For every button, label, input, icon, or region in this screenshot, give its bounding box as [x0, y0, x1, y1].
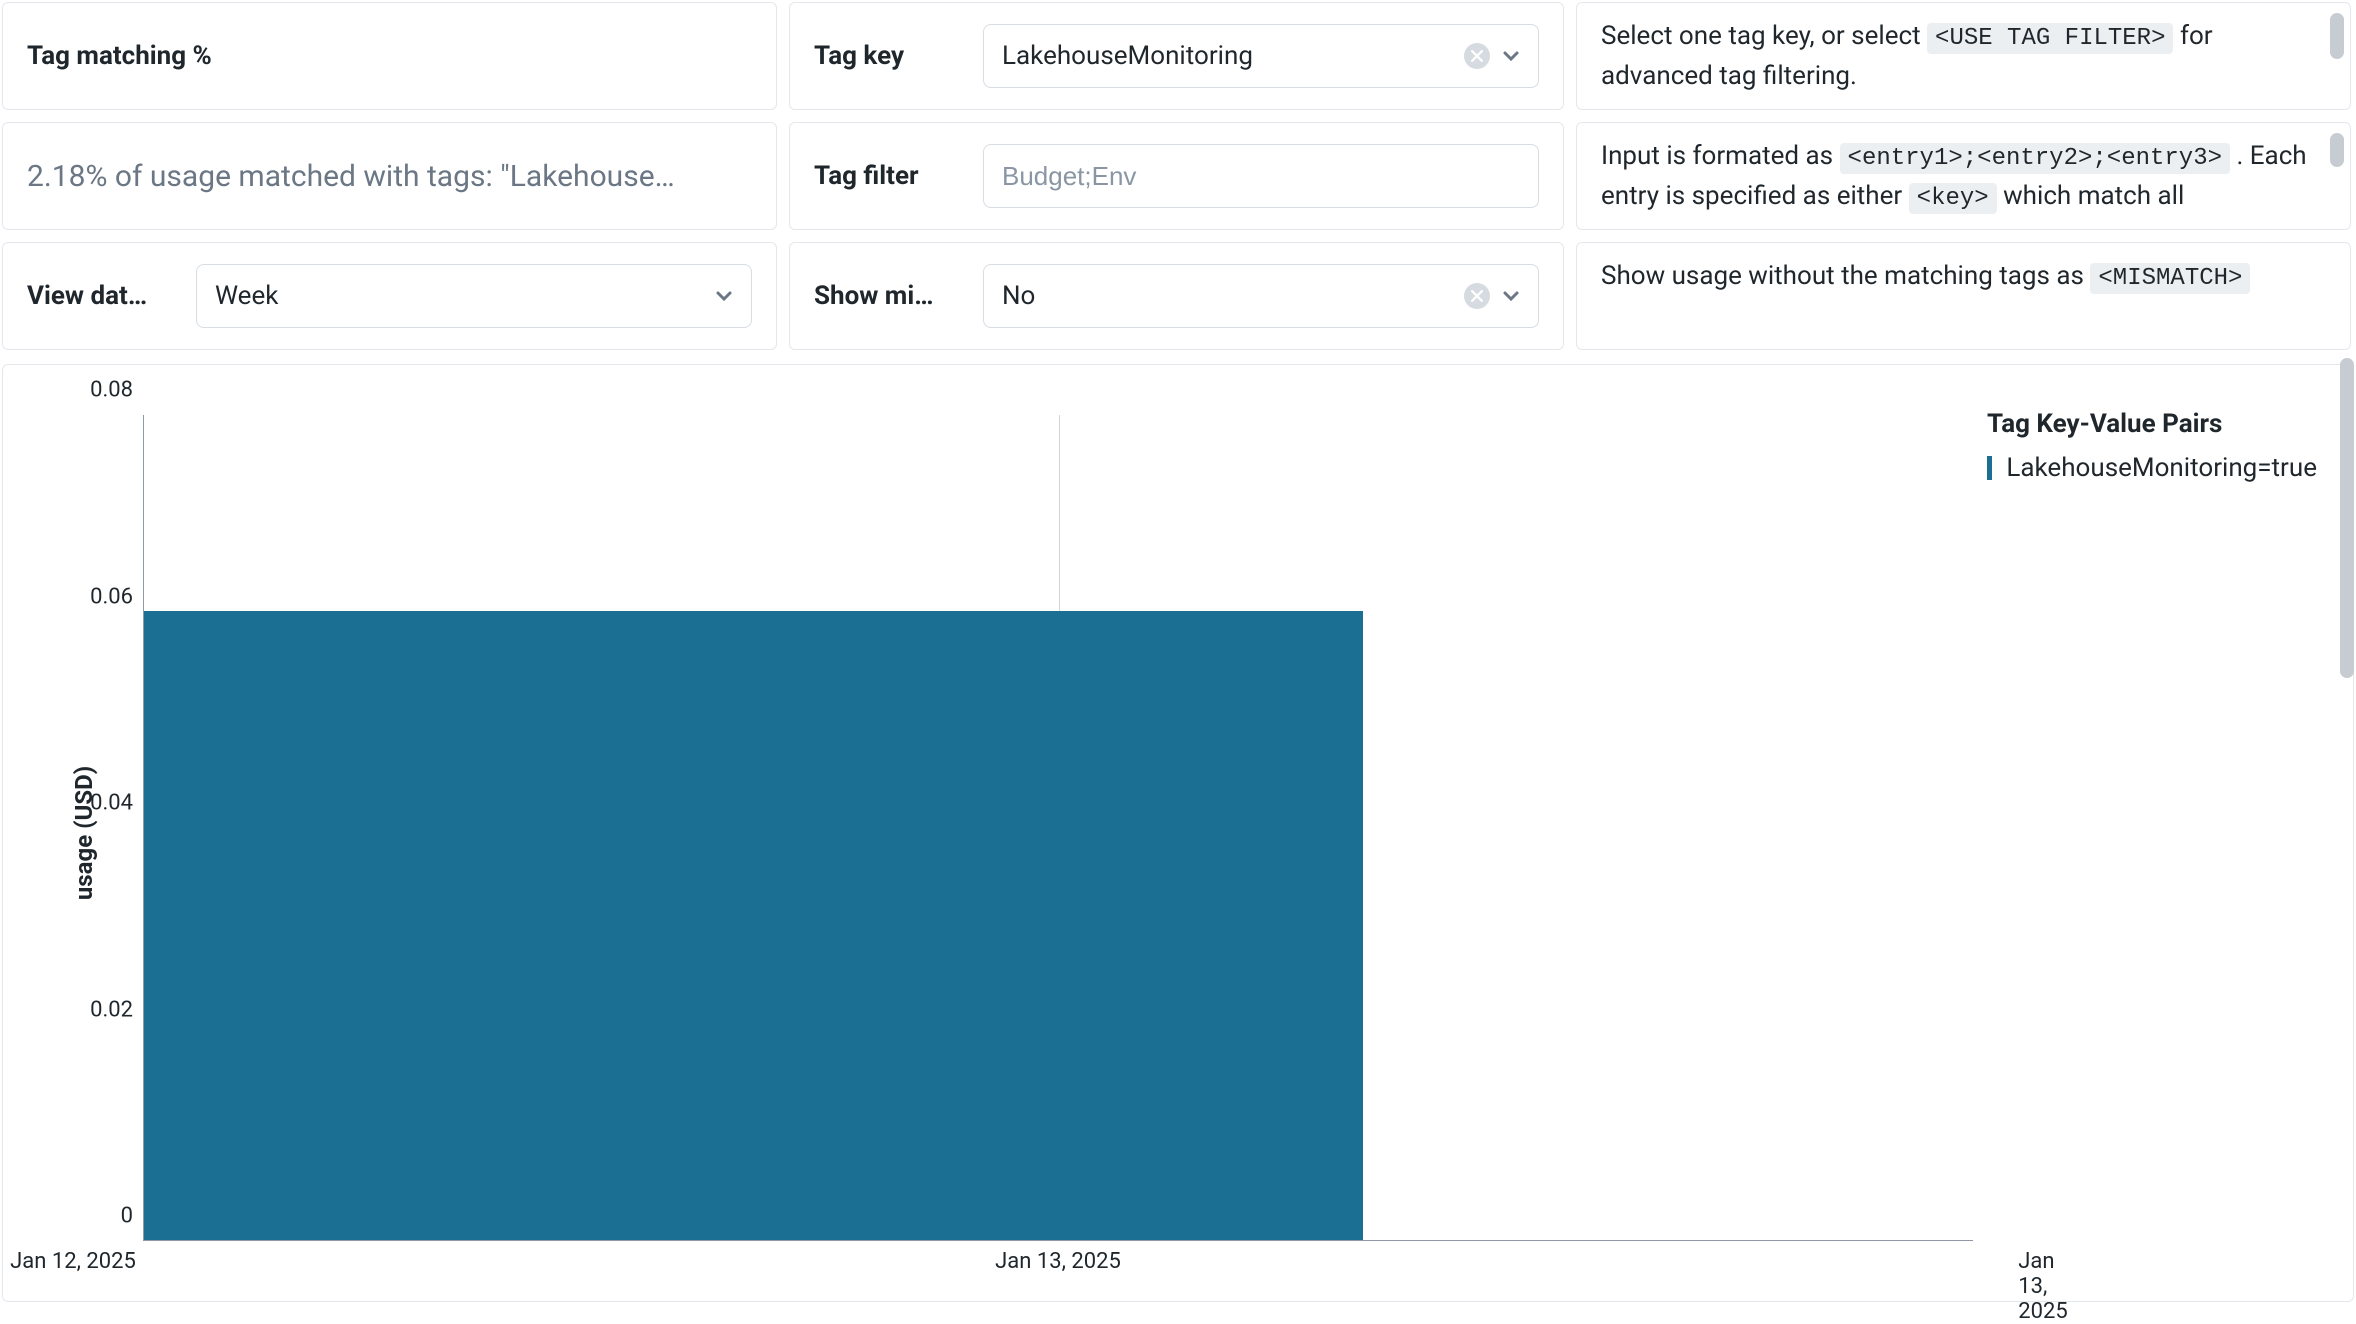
show-mismatch-help: Show usage without the matching tags as …: [1576, 242, 2351, 350]
scrollbar-thumb[interactable]: [2330, 13, 2344, 59]
x-tick: Jan 13, 2025: [2018, 1249, 2067, 1324]
chevron-down-icon: [1502, 287, 1520, 305]
tag-filter-input-wrap[interactable]: [983, 144, 1539, 208]
tag-matching-stat: 2.18% of usage matched with tags: "Lakeh…: [27, 159, 675, 194]
tag-key-help: Select one tag key, or select <USE TAG F…: [1576, 2, 2351, 110]
x-axis-ticks: Jan 12, 2025Jan 13, 2025Jan 13, 2025: [73, 1249, 2043, 1283]
help-text: Show usage without the matching tags as: [1601, 261, 2090, 291]
view-data-by-label: View dat…: [27, 281, 172, 311]
help-code: <key>: [1909, 183, 1997, 214]
bars-layer: [143, 415, 1973, 1241]
y-tick: 0.08: [90, 378, 133, 403]
y-tick: 0: [121, 1204, 133, 1229]
chevron-down-icon: [1502, 47, 1520, 65]
clear-icon[interactable]: [1464, 43, 1490, 69]
page-scrollbar-thumb[interactable]: [2340, 358, 2354, 678]
tag-matching-title: Tag matching %: [27, 41, 212, 71]
chart-legend: Tag Key-Value Pairs LakehouseMonitoring=…: [1987, 409, 2317, 483]
usage-chart-panel: usage (USD) 00.020.040.060.08 Jan 12, 20…: [2, 364, 2354, 1302]
tag-key-label: Tag key: [814, 41, 959, 71]
x-tick: Jan 12, 2025: [10, 1249, 136, 1274]
bar[interactable]: [144, 611, 754, 1241]
scrollbar-thumb[interactable]: [2330, 133, 2344, 167]
tag-filter-help: Input is formated as <entry1>;<entry2>;<…: [1576, 122, 2351, 230]
help-code: <entry1>;<entry2>;<entry3>: [1840, 143, 2230, 174]
x-axis-line: [143, 1240, 1973, 1241]
y-axis-ticks: 00.020.040.060.08: [58, 415, 143, 1241]
bar[interactable]: [754, 611, 1364, 1241]
help-text: which match all: [2003, 181, 2184, 211]
panel-scrollbar[interactable]: [2330, 133, 2344, 219]
tag-key-filter-panel: Tag key LakehouseMonitoring: [789, 2, 1564, 110]
x-tick: Jan 13, 2025: [995, 1249, 1121, 1274]
help-text: Input is formated as: [1601, 141, 1840, 171]
help-code: <MISMATCH>: [2090, 263, 2250, 294]
show-mismatch-panel: Show mi… No: [789, 242, 1564, 350]
tag-matching-title-panel: Tag matching %: [2, 2, 777, 110]
legend-label: LakehouseMonitoring=true: [2006, 453, 2317, 483]
legend-title: Tag Key-Value Pairs: [1987, 409, 2317, 439]
chevron-down-icon: [715, 287, 733, 305]
tag-filter-panel: Tag filter: [789, 122, 1564, 230]
tag-key-value: LakehouseMonitoring: [1002, 41, 1464, 71]
plot-area: [143, 415, 1973, 1241]
tag-matching-stat-panel: 2.18% of usage matched with tags: "Lakeh…: [2, 122, 777, 230]
panel-scrollbar[interactable]: [2330, 13, 2344, 99]
view-data-by-value: Week: [215, 281, 715, 311]
clear-icon[interactable]: [1464, 283, 1490, 309]
y-tick: 0.02: [90, 997, 133, 1022]
help-code: <USE TAG FILTER>: [1927, 23, 2173, 54]
tag-key-select[interactable]: LakehouseMonitoring: [983, 24, 1539, 88]
show-mismatch-value: No: [1002, 281, 1464, 311]
show-mismatch-label: Show mi…: [814, 281, 959, 311]
tag-filter-label: Tag filter: [814, 161, 959, 191]
y-tick: 0.06: [90, 584, 133, 609]
tag-filter-input[interactable]: [1002, 161, 1520, 192]
y-tick: 0.04: [90, 791, 133, 816]
legend-item[interactable]: LakehouseMonitoring=true: [1987, 453, 2317, 483]
view-data-by-panel: View dat… Week: [2, 242, 777, 350]
view-data-by-select[interactable]: Week: [196, 264, 752, 328]
legend-swatch: [1987, 456, 1992, 480]
show-mismatch-select[interactable]: No: [983, 264, 1539, 328]
help-text: Select one tag key, or select: [1601, 21, 1927, 51]
